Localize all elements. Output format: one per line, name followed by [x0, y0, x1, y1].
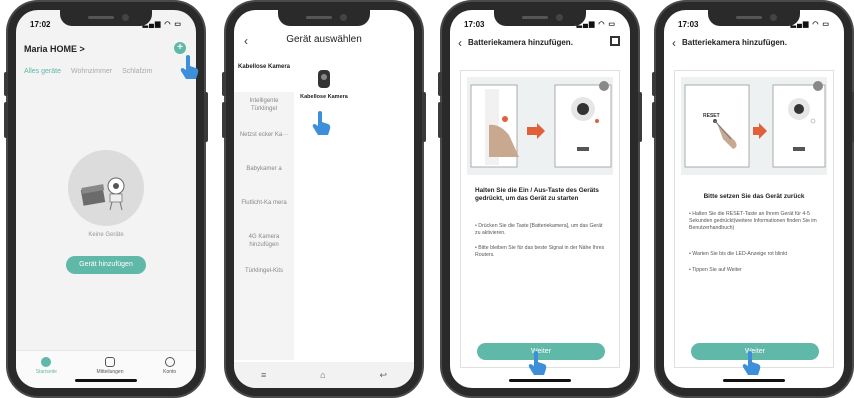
reset-label: RESET	[703, 113, 720, 119]
instruction-bullet: • Tippen Sie auf Weiter	[689, 267, 742, 273]
phone-power-on-step: 17:03 ▂▄▆ ◠ ▭ ‹ Batteriekamera hinzufügen…	[438, 2, 642, 396]
camera-product-icon[interactable]	[318, 70, 330, 88]
tutorial-screenshot-strip: 17:02 ▂▄▆ ◠ ▭ Maria HOME > + Alles geräte…	[0, 0, 854, 398]
nav-messages[interactable]: Mitteilungen	[97, 357, 124, 388]
home-icon[interactable]: ⌂	[320, 370, 325, 380]
tab-living-room[interactable]: Wohnzimmer	[71, 68, 112, 75]
home-icon	[41, 357, 52, 367]
category-item[interactable]: Kabellose Kamera	[234, 58, 294, 92]
empty-state-text: Keine Geräte	[88, 232, 124, 238]
back-icon[interactable]: ↩	[379, 370, 387, 381]
status-time: 17:03	[678, 20, 699, 29]
category-item[interactable]: Babykamer a	[234, 160, 294, 194]
category-list: Kabellose Kamera Intelligente Türklingel…	[234, 58, 294, 360]
bottom-nav: Startseite Mitteilungen Konto	[16, 350, 196, 388]
instruction-bullet: • Bitte bleiben Sie für das beste Signal…	[475, 245, 605, 258]
status-time: 17:02	[30, 20, 51, 29]
instruction-bullet: • Halten Sie die RESET-Taste an Ihrem Ge…	[689, 211, 817, 231]
account-icon	[164, 357, 175, 367]
instruction-title: Bitte setzen Sie das Gerät zurück	[703, 193, 805, 200]
tap-hand-icon	[180, 55, 199, 79]
speaker-icon[interactable]	[599, 81, 609, 91]
add-device-button[interactable]: Gerät hinzufügen	[66, 256, 146, 274]
category-item[interactable]: Intelligente Türklingel	[234, 92, 294, 126]
empty-state-illustration	[68, 150, 144, 226]
back-icon[interactable]: ‹	[458, 36, 462, 50]
instruction-bullet: • Warten Sie bis die LED-Anzeige rot bli…	[689, 251, 788, 257]
reset-illustration: RESET	[681, 77, 827, 175]
status-time: 17:03	[464, 20, 485, 29]
instruction-card: Halten Sie die Ein / Aus-Taste des Gerät…	[460, 70, 620, 368]
category-item[interactable]: Türklingel-Kits	[234, 262, 294, 296]
room-tabs: Alles geräte Wohnzimmer Schlafzim	[24, 68, 152, 75]
category-item[interactable]: Flutlicht-Ka mera	[234, 194, 294, 228]
home-title[interactable]: Maria HOME >	[24, 44, 85, 54]
category-item[interactable]: Netzst ecker Ka···	[234, 126, 294, 160]
instruction-card: RESET Bitte setzen Sie das Gerät zurück …	[674, 70, 834, 368]
qr-code-icon[interactable]	[610, 36, 620, 46]
phone-home: 17:02 ▂▄▆ ◠ ▭ Maria HOME > + Alles geräte…	[4, 2, 208, 396]
message-icon	[105, 357, 116, 367]
instruction-title: Halten Sie die Ein / Aus-Taste des Gerät…	[475, 187, 599, 203]
back-icon[interactable]: ‹	[672, 36, 676, 50]
page-title: Gerät auswählen	[286, 34, 362, 45]
power-on-illustration	[467, 77, 613, 175]
add-device-icon[interactable]: +	[174, 42, 186, 54]
menu-icon[interactable]: ≡	[261, 370, 266, 380]
tab-all-devices[interactable]: Alles geräte	[24, 68, 61, 75]
nav-home[interactable]: Startseite	[36, 357, 57, 388]
instruction-bullet: • Drücken Sie die Taste [Batteriekamera]…	[475, 223, 603, 236]
category-item[interactable]: 4G Kamera hinzufügen	[234, 228, 294, 262]
nav-account[interactable]: Konto	[163, 357, 176, 388]
tap-hand-icon	[742, 351, 761, 375]
tap-hand-icon	[312, 111, 331, 135]
product-label[interactable]: Kabellose Kamera	[300, 94, 348, 101]
android-nav-bar: ≡ ⌂ ↩	[234, 362, 414, 388]
page-title: Batteriekamera hinzufügen.	[682, 38, 787, 47]
tab-bedroom[interactable]: Schlafzim	[122, 68, 152, 75]
page-title: Batteriekamera hinzufügen.	[468, 38, 573, 47]
speaker-icon[interactable]	[813, 81, 823, 91]
phone-reset-step: 17:03 ▂▄▆ ◠ ▭ ‹ Batteriekamera hinzufügen…	[652, 2, 854, 396]
phone-select-device: ‹ Gerät auswählen Kabellose Kamera Intel…	[222, 2, 426, 396]
tap-hand-icon	[528, 351, 547, 375]
